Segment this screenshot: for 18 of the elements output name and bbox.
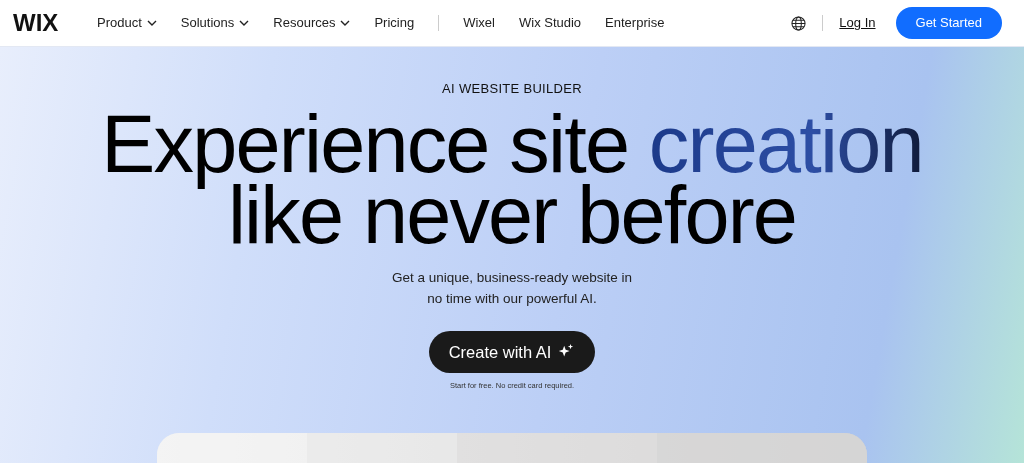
nav-link[interactable]: Enterprise — [605, 13, 665, 33]
create-with-ai-button[interactable]: Create with AI — [428, 330, 596, 374]
nav-link[interactable]: Wixel — [463, 13, 495, 33]
nav-link[interactable]: Resources — [273, 13, 351, 33]
chevron-down-icon — [146, 20, 157, 26]
nav-link[interactable]: Wix Studio — [518, 13, 582, 33]
subtitle: Get a unique, business-ready website in no time with our powerful AI. — [390, 268, 634, 308]
nav-link[interactable]: Solutions — [180, 13, 250, 33]
login-link[interactable]: Log In — [839, 13, 876, 33]
headline: Experience site creation like never before — [101, 108, 923, 251]
get-started-button[interactable]: Get Started — [895, 7, 1002, 39]
chevron-down-icon — [239, 20, 250, 26]
eyebrow-text: AI WEBSITE BUILDER — [442, 80, 582, 98]
logo[interactable]: WIX — [13, 5, 73, 41]
nav-link[interactable]: Product — [97, 13, 157, 33]
chevron-down-icon — [340, 20, 351, 26]
nav-link[interactable]: Pricing — [374, 13, 415, 33]
globe-icon[interactable] — [791, 15, 807, 31]
